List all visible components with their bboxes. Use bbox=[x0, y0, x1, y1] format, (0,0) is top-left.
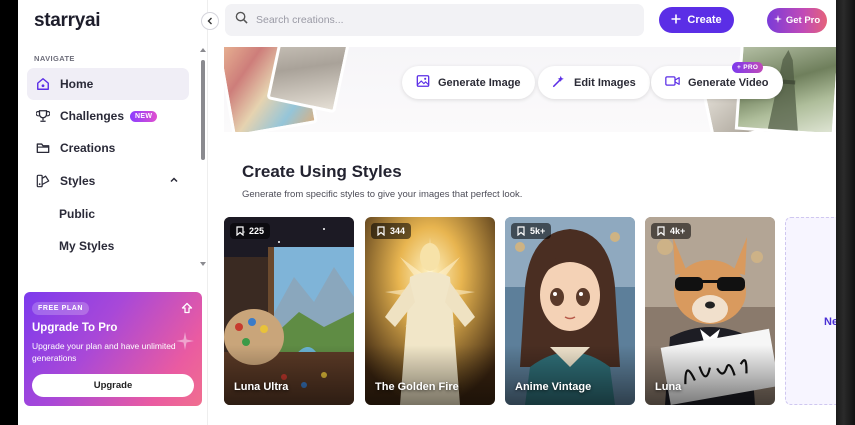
search-icon bbox=[235, 11, 248, 29]
card-shade bbox=[365, 345, 495, 405]
sidebar: starryai NAVIGATE Home Challenges NEW Cr… bbox=[18, 0, 208, 425]
create-button[interactable]: Create bbox=[659, 7, 734, 33]
section-subtitle: Generate from specific styles to give yo… bbox=[242, 189, 523, 200]
folder-icon bbox=[35, 140, 51, 156]
collapse-sidebar-button[interactable] bbox=[201, 12, 219, 30]
image-icon bbox=[416, 74, 430, 91]
window-edge bbox=[836, 0, 855, 425]
home-icon bbox=[35, 76, 51, 92]
sidebar-item-home[interactable]: Home bbox=[27, 68, 189, 100]
edit-images-label: Edit Images bbox=[574, 76, 636, 89]
style-card-luna-ultra[interactable]: 225 Luna Ultra bbox=[224, 217, 354, 405]
style-card-anime-vintage[interactable]: 5k+ Anime Vintage bbox=[505, 217, 635, 405]
trophy-icon bbox=[35, 108, 51, 124]
upgrade-button[interactable]: Upgrade bbox=[32, 374, 194, 397]
sidebar-item-label: Challenges bbox=[60, 109, 125, 123]
edit-images-button[interactable]: Edit Images bbox=[538, 66, 650, 99]
search-input[interactable]: Search creations... bbox=[256, 14, 344, 26]
scroll-down-arrow[interactable] bbox=[200, 262, 206, 266]
chevron-left-icon bbox=[207, 17, 212, 25]
bookmark-count-value: 344 bbox=[390, 226, 406, 236]
bookmark-icon bbox=[377, 226, 385, 236]
style-card-the-golden-fire[interactable]: 344 The Golden Fire bbox=[365, 217, 495, 405]
sidebar-subitem-my-styles[interactable]: My Styles bbox=[59, 239, 114, 253]
get-pro-button[interactable]: Get Pro bbox=[767, 8, 827, 33]
generate-image-button[interactable]: Generate Image bbox=[402, 66, 535, 99]
new-badge: NEW bbox=[130, 110, 158, 122]
bookmark-count-value: 4k+ bbox=[670, 226, 686, 236]
sidebar-item-challenges[interactable]: Challenges NEW bbox=[27, 100, 189, 132]
scroll-up-arrow[interactable] bbox=[200, 48, 206, 52]
bookmark-count: 5k+ bbox=[511, 223, 552, 239]
new-style-card-label: Ne bbox=[824, 316, 836, 328]
generate-video-button[interactable]: Generate Video bbox=[651, 66, 783, 99]
upgrade-promo-card: FREE PLAN Upgrade To Pro Upgrade your pl… bbox=[24, 292, 202, 406]
magic-wand-icon bbox=[552, 74, 566, 91]
generate-video-label: Generate Video bbox=[688, 76, 769, 89]
hero-banner: Generate Image Edit Images Generate Vide… bbox=[224, 47, 836, 132]
card-title: Anime Vintage bbox=[515, 381, 592, 393]
section-title: Create Using Styles bbox=[242, 162, 402, 181]
chevron-up-icon[interactable] bbox=[169, 174, 179, 188]
bookmark-icon bbox=[657, 226, 665, 236]
bookmark-count: 344 bbox=[371, 223, 412, 239]
sidebar-item-label: Home bbox=[60, 77, 94, 91]
search-bar[interactable]: Search creations... bbox=[225, 4, 644, 36]
video-icon bbox=[665, 75, 680, 90]
card-title: The Golden Fire bbox=[375, 381, 459, 393]
card-shade bbox=[505, 345, 635, 405]
plus-icon bbox=[671, 14, 681, 27]
bookmark-icon bbox=[517, 226, 525, 236]
sidebar-subitem-public[interactable]: Public bbox=[59, 207, 95, 221]
sidebar-item-styles[interactable]: Styles bbox=[27, 165, 189, 197]
bookmark-count-value: 5k+ bbox=[530, 226, 546, 236]
bookmark-count: 4k+ bbox=[651, 223, 692, 239]
create-label: Create bbox=[687, 14, 722, 26]
styles-icon bbox=[35, 173, 51, 189]
bookmark-count-value: 225 bbox=[249, 226, 265, 236]
style-card-luna[interactable]: 4k+ Luna bbox=[645, 217, 775, 405]
bookmark-count: 225 bbox=[230, 223, 271, 239]
app-logo[interactable]: starryai bbox=[34, 10, 101, 32]
card-shade bbox=[645, 345, 775, 405]
bookmark-icon bbox=[236, 226, 244, 236]
card-title: Luna Ultra bbox=[234, 381, 289, 393]
app-window: starryai NAVIGATE Home Challenges NEW Cr… bbox=[18, 0, 836, 425]
get-pro-label: Get Pro bbox=[785, 15, 821, 26]
promo-title: Upgrade To Pro bbox=[32, 322, 118, 334]
card-shade bbox=[224, 345, 354, 405]
pro-badge: + PRO bbox=[732, 62, 764, 73]
upgrade-arrow-icon bbox=[181, 301, 193, 319]
generate-image-label: Generate Image bbox=[438, 76, 521, 89]
promo-text: Upgrade your plan and have unlimited gen… bbox=[32, 341, 176, 363]
sidebar-item-label: Styles bbox=[60, 174, 96, 188]
sidebar-item-creations[interactable]: Creations bbox=[27, 132, 189, 164]
plan-badge: FREE PLAN bbox=[32, 302, 90, 315]
sparkle-icon bbox=[773, 15, 782, 26]
sidebar-scrollbar[interactable] bbox=[201, 60, 205, 160]
card-title: Luna bbox=[655, 381, 682, 393]
sidebar-item-label: Creations bbox=[60, 141, 116, 155]
new-style-card[interactable] bbox=[785, 217, 836, 405]
nav-heading: NAVIGATE bbox=[34, 54, 75, 63]
